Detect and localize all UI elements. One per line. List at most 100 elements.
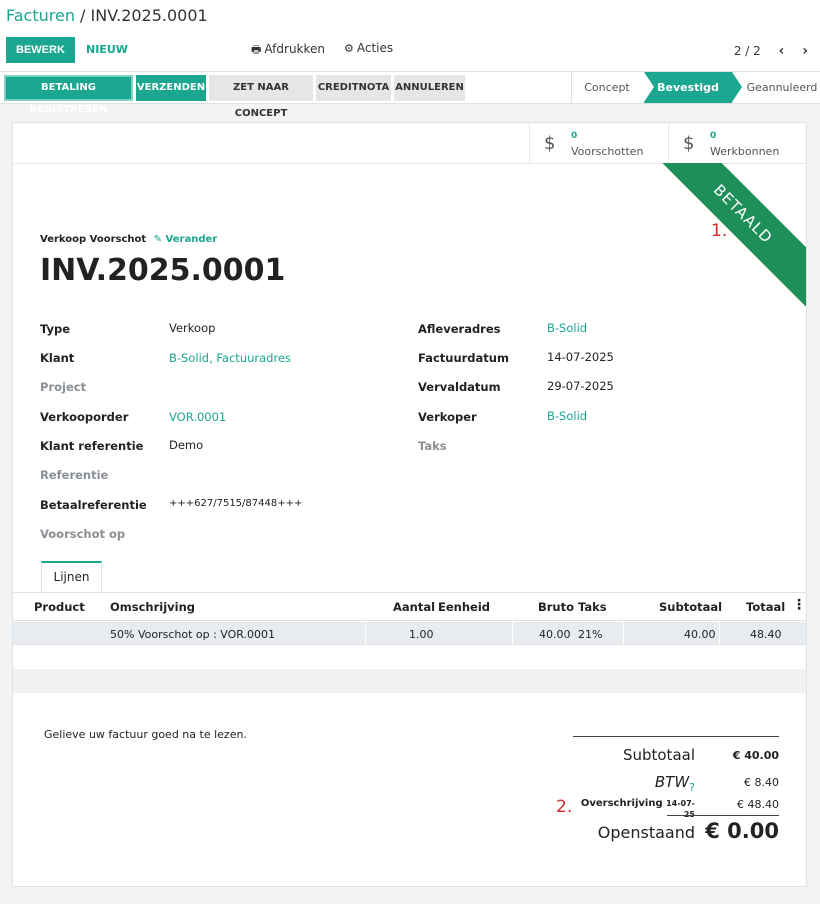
cell-divider <box>365 622 366 644</box>
document-kind: Verkoop Voorschot ✎ Verander <box>40 234 217 245</box>
field-value-payment-reference: +++627/7515/87448+++ <box>169 498 303 509</box>
dollar-icon: $ <box>544 133 556 154</box>
change-kind-label: Verander <box>165 234 218 245</box>
print-button[interactable]: 🖶 Afdrukken <box>251 41 325 60</box>
table-header-divider <box>13 620 806 621</box>
payment-value: € 48.40 <box>737 798 779 811</box>
subtotal-value: € 40.00 <box>732 749 779 762</box>
paid-ribbon: BETAALD <box>658 163 806 313</box>
field-label-payment-reference: Betaalreferentie <box>40 498 147 512</box>
new-button[interactable]: NIEUW <box>78 37 136 63</box>
field-label-sales-order: Verkooporder <box>40 410 129 424</box>
column-header-total[interactable]: Totaal <box>746 600 785 614</box>
edit-button[interactable]: BEWERK <box>6 37 75 63</box>
totals-top-rule <box>573 736 779 737</box>
invoice-note: Gelieve uw factuur goed na te lezen. <box>44 728 247 741</box>
register-payment-button[interactable]: BETALING REGISTREREN <box>4 75 133 115</box>
breadcrumb-separator: / <box>74 6 91 25</box>
field-label-due-date: Vervaldatum <box>418 380 501 394</box>
tax-total-label: BTW? <box>573 773 695 794</box>
stage-concept[interactable]: Concept <box>572 72 642 103</box>
column-header-subtotal[interactable]: Subtotaal <box>659 600 722 614</box>
edit-icon: ✎ <box>153 234 163 245</box>
column-header-unit[interactable]: Eenheid <box>438 600 490 614</box>
stage-confirmed[interactable]: Bevestigd <box>644 72 742 103</box>
pager-value[interactable]: 2 / 2 <box>734 44 761 58</box>
annotation-marker-1: 1. <box>711 221 728 241</box>
subtotal-label: Subtotaal <box>622 746 695 764</box>
cell-quantity: 1.00 <box>409 628 434 641</box>
smart-button-box: $ 0 Voorschotten $ 0 Werkbonnen <box>13 123 806 164</box>
tax-total-label-text: BTW <box>654 773 690 791</box>
work-orders-label: Werkbonnen <box>710 145 780 158</box>
dollar-icon: $ <box>683 133 695 154</box>
actions-label: Acties <box>356 41 394 55</box>
actions-button[interactable]: ⚙ Acties <box>344 41 393 55</box>
field-value-salesperson[interactable]: B-Solid <box>547 409 587 423</box>
tax-help-icon[interactable]: ? <box>689 781 695 794</box>
cell-divider <box>623 622 624 644</box>
status-bar: BETALING REGISTREREN VERZENDEN ZET NAAR … <box>0 72 820 119</box>
column-options-icon[interactable]: ⋮ <box>792 597 806 613</box>
print-label: Afdrukken <box>264 42 326 56</box>
printer-icon: 🖶 <box>251 43 262 56</box>
tax-total-value: € 8.40 <box>744 776 779 789</box>
field-value-customer[interactable]: B-Solid, Factuuradres <box>169 351 291 365</box>
column-header-gross[interactable]: Bruto <box>538 600 574 614</box>
pager: 2 / 2 ‹ › <box>734 43 808 59</box>
breadcrumb-parent-link[interactable]: Facturen <box>6 6 75 25</box>
field-label-reference: Referentie <box>40 468 109 482</box>
column-header-description[interactable]: Omschrijving <box>110 600 195 614</box>
cell-subtotal: 40.00 <box>684 628 716 641</box>
field-value-due-date: 29-07-2025 <box>547 379 614 393</box>
advances-label: Voorschotten <box>571 145 644 158</box>
column-header-tax[interactable]: Taks <box>578 600 607 614</box>
field-label-project: Project <box>40 380 87 394</box>
cell-gross: 40.00 <box>539 628 571 641</box>
cell-total: 48.40 <box>750 628 782 641</box>
field-value-delivery-address[interactable]: B-Solid <box>547 321 587 335</box>
document-kind-label: Verkoop Voorschot <box>40 234 147 245</box>
credit-note-button[interactable]: CREDITNOTA <box>316 75 391 101</box>
payment-date: 14-07-25 <box>666 799 695 819</box>
field-value-customer-reference: Demo <box>169 438 204 452</box>
field-value-sales-order[interactable]: VOR.0001 <box>169 410 226 424</box>
chevron-left-icon[interactable]: ‹ <box>779 43 785 59</box>
payment-method: Overschrijving <box>580 798 663 809</box>
cell-divider <box>719 622 720 644</box>
chevron-right-icon[interactable]: › <box>802 43 808 59</box>
page-title: INV.2025.0001 <box>40 253 286 288</box>
table-row-divider <box>13 644 806 645</box>
cancel-button[interactable]: ANNULEREN <box>394 75 465 101</box>
stage-confirmed-label: Bevestigd <box>657 81 719 94</box>
change-kind-link[interactable]: ✎ Verander <box>154 234 218 245</box>
advances-count: 0 <box>571 131 578 141</box>
stage-cancelled[interactable]: Geannuleerd <box>742 72 820 103</box>
cell-tax: 21% <box>578 628 603 641</box>
field-label-advance-on: Voorschot op <box>40 527 126 541</box>
tab-lines[interactable]: Lijnen <box>41 561 102 593</box>
field-label-delivery-address: Afleveradres <box>418 322 501 336</box>
annotation-marker-2: 2. <box>556 797 573 817</box>
paid-ribbon-label: BETAALD <box>658 163 806 313</box>
amount-due-value: € 0.00 <box>705 819 779 843</box>
column-header-product[interactable]: Product <box>34 600 85 614</box>
field-label-salesperson: Verkoper <box>418 410 477 424</box>
control-panel: Facturen / INV.2025.0001 BEWERK NIEUW 🖶 A… <box>0 0 820 72</box>
field-label-customer-reference: Klant referentie <box>40 439 144 453</box>
column-header-quantity[interactable]: Aantal <box>393 600 435 614</box>
set-to-draft-button[interactable]: ZET NAAR CONCEPT <box>209 75 313 119</box>
table-footer-band <box>13 669 806 693</box>
payment-label: Overschrijving 14-07-25 <box>573 798 695 820</box>
send-button[interactable]: VERZENDEN <box>136 75 206 101</box>
field-label-invoice-date: Factuurdatum <box>418 351 509 365</box>
stage-indicator: Concept Bevestigd Geannuleerd <box>571 72 820 103</box>
advances-smart-button[interactable]: $ 0 Voorschotten <box>529 123 668 164</box>
tab-divider <box>13 592 806 593</box>
breadcrumb: Facturen / INV.2025.0001 <box>6 6 208 25</box>
gear-icon: ⚙ <box>344 42 354 55</box>
field-label-tax: Taks <box>418 439 447 453</box>
field-value-invoice-date: 14-07-2025 <box>547 350 614 364</box>
work-orders-smart-button[interactable]: $ 0 Werkbonnen <box>668 123 806 164</box>
field-value-type: Verkoop <box>169 321 216 335</box>
